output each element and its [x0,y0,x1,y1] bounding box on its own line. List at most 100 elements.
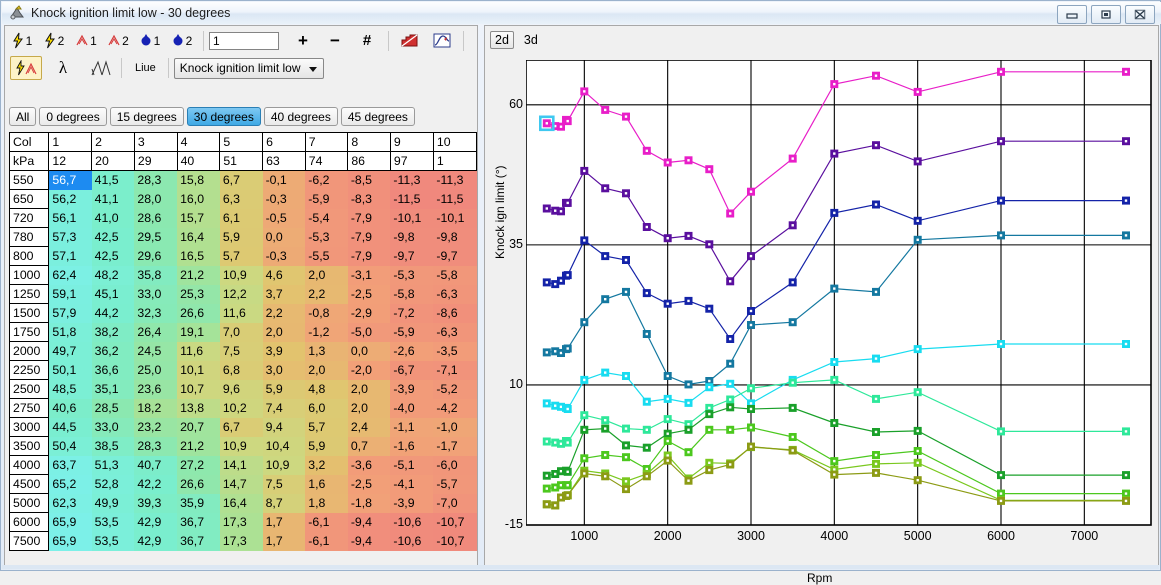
grid-cell-r11-c0[interactable]: 48,5 [48,379,92,399]
grid-row-header-1250[interactable]: 1250 [8,284,50,304]
grid-cell-r10-c1[interactable]: 36,6 [91,360,135,380]
grid-cell-r6-c6[interactable]: 2,2 [305,284,348,304]
grid-cell-r11-c5[interactable]: 5,9 [262,379,306,399]
grid-cell-r9-c2[interactable]: 24,5 [134,341,178,361]
grid-cell-r10-c9[interactable]: -7,1 [433,360,477,380]
grid-cell-r2-c4[interactable]: 6,1 [219,208,263,228]
grid-cell-r19-c1[interactable]: 53,5 [91,531,135,551]
grid-cell-r18-c8[interactable]: -10,6 [390,512,434,532]
degree-tab-40[interactable]: 40 degrees [263,107,338,126]
grid-col-index-5[interactable]: 5 [219,132,264,152]
grid-cell-r18-c2[interactable]: 42,9 [134,512,178,532]
grid-cell-r2-c2[interactable]: 28,6 [134,208,178,228]
table-row[interactable]: 1000 62,4 48,2 35,8 21,2 10,9 4,6 2,0 -3,1 -5,3 -5… [8,265,477,285]
table-row[interactable]: 800 57,1 42,5 29,6 16,5 5,7 -0,3 -5,5 -7,9 -9,7 -9… [8,246,477,266]
grid-cell-r6-c1[interactable]: 45,1 [91,284,135,304]
grid-cell-r0-c5[interactable]: -0,1 [262,170,306,190]
grid-cell-r19-c3[interactable]: 36,7 [177,531,220,551]
bar-chart-icon[interactable] [394,29,426,53]
grid-cell-r12-c3[interactable]: 13,8 [177,398,220,418]
grid-cell-r3-c4[interactable]: 5,9 [219,227,263,247]
injector-1-icon[interactable]: 1 [134,29,166,53]
table-row[interactable]: 2250 50,1 36,6 25,0 10,1 6,8 3,0 2,0 -2,0 -6,7 -7,… [8,360,477,380]
grid-cell-r3-c7[interactable]: -7,9 [347,227,391,247]
grid-cell-r16-c7[interactable]: -2,5 [347,474,391,494]
grid-cell-r13-c3[interactable]: 20,7 [177,417,220,437]
grid-col-kpa-7[interactable]: 74 [304,151,349,171]
grid-cell-r5-c8[interactable]: -5,3 [390,265,434,285]
grid-cell-r13-c7[interactable]: 2,4 [347,417,391,437]
grid-cell-r18-c0[interactable]: 65,9 [48,512,92,532]
grid-cell-r5-c3[interactable]: 21,2 [177,265,220,285]
grid-cell-r7-c9[interactable]: -8,6 [433,303,477,323]
grid-cell-r18-c1[interactable]: 53,5 [91,512,135,532]
grid-cell-r1-c3[interactable]: 16,0 [177,189,220,209]
injector-2-icon[interactable]: 2 [166,29,198,53]
grid-cell-r14-c8[interactable]: -1,6 [390,436,434,456]
grid-cell-r5-c5[interactable]: 4,6 [262,265,306,285]
grid-cell-r0-c7[interactable]: -8,5 [347,170,391,190]
grid-cell-r3-c8[interactable]: -9,8 [390,227,434,247]
grid-cell-r19-c0[interactable]: 65,9 [48,531,92,551]
grid-cell-r14-c7[interactable]: 0,7 [347,436,391,456]
grid-cell-r12-c8[interactable]: -4,0 [390,398,434,418]
grid-cell-r2-c8[interactable]: -10,1 [390,208,434,228]
grid-row-header-2750[interactable]: 2750 [8,398,50,418]
grid-cell-r14-c0[interactable]: 50,4 [48,436,92,456]
grid-cell-r18-c7[interactable]: -9,4 [347,512,391,532]
grid-cell-r1-c1[interactable]: 41,1 [91,189,135,209]
grid-cell-r1-c6[interactable]: -5,9 [305,189,348,209]
grid-cell-r7-c7[interactable]: -2,9 [347,303,391,323]
grid-cell-r3-c6[interactable]: -5,3 [305,227,348,247]
grid-cell-r11-c3[interactable]: 10,7 [177,379,220,399]
degree-tab-45[interactable]: 45 degrees [340,107,415,126]
grid-cell-r4-c8[interactable]: -9,7 [390,246,434,266]
grid-cell-r4-c6[interactable]: -5,5 [305,246,348,266]
grid-col-kpa-8[interactable]: 86 [347,151,391,171]
lambda-icon[interactable]: λ [47,56,79,80]
grid-cell-r5-c9[interactable]: -5,8 [433,265,477,285]
grid-cell-r10-c2[interactable]: 25,0 [134,360,178,380]
grid-cell-r11-c2[interactable]: 23,6 [134,379,178,399]
grid-cell-r7-c6[interactable]: -0,8 [305,303,348,323]
grid-cell-r13-c4[interactable]: 6,7 [219,417,263,437]
grid-col-index-2[interactable]: 2 [91,132,135,152]
grid-cell-r10-c8[interactable]: -6,7 [390,360,434,380]
table-row[interactable]: 1250 59,1 45,1 33,0 25,3 12,2 3,7 2,2 -2,5 -5,8 -6… [8,284,477,304]
grid-cell-r12-c4[interactable]: 10,2 [219,398,263,418]
grid-cell-r12-c1[interactable]: 28,5 [91,398,135,418]
grid-cell-r12-c9[interactable]: -4,2 [433,398,477,418]
decrement-button[interactable]: − [319,29,351,53]
grid-cell-r18-c4[interactable]: 17,3 [219,512,263,532]
grid-row-header-2250[interactable]: 2250 [8,360,50,380]
table-row[interactable]: 7500 65,9 53,5 42,9 36,7 17,3 1,7 -6,1 -9,4 -10,6… [8,531,477,551]
grid-cell-r13-c1[interactable]: 33,0 [91,417,135,437]
knock-ignition-icon[interactable] [10,56,42,80]
grid-cell-r0-c3[interactable]: 15,8 [177,170,220,190]
grid-row-header-800[interactable]: 800 [8,246,50,266]
grid-col-kpa-1[interactable]: 12 [48,151,93,171]
grid-cell-r14-c6[interactable]: 5,9 [305,436,348,456]
grid-cell-r11-c8[interactable]: -3,9 [390,379,434,399]
grid-cell-r16-c2[interactable]: 42,2 [134,474,178,494]
grid-cell-r1-c5[interactable]: -0,3 [262,189,306,209]
grid-cell-r18-c5[interactable]: 1,7 [262,512,306,532]
grid-cell-r18-c6[interactable]: -6,1 [305,512,348,532]
grid-cell-r9-c9[interactable]: -3,5 [433,341,477,361]
grid-cell-r8-c2[interactable]: 26,4 [134,322,178,342]
table-row[interactable]: 3000 44,5 33,0 23,2 20,7 6,7 9,4 5,7 2,4 -1,1 -1,0 [8,417,477,437]
grid-cell-r4-c7[interactable]: -7,9 [347,246,391,266]
grid-cell-r0-c9[interactable]: -11,3 [433,170,477,190]
grid-row-header-550[interactable]: 550 [8,170,50,190]
grid-cell-r0-c6[interactable]: -6,2 [305,170,348,190]
grid-cell-r4-c1[interactable]: 42,5 [91,246,135,266]
curve-chart-icon[interactable] [426,29,458,53]
grid-cell-r0-c0[interactable]: 56,7 [48,170,92,190]
grid-cell-r15-c3[interactable]: 27,2 [177,455,220,475]
grid-cell-r13-c9[interactable]: -1,0 [433,417,477,437]
grid-cell-r10-c7[interactable]: -2,0 [347,360,391,380]
table-row[interactable]: 3500 50,4 38,5 28,3 21,2 10,9 10,4 5,9 0,7 -1,6 -1… [8,436,477,456]
grid-cell-r10-c6[interactable]: 2,0 [305,360,348,380]
grid-cell-r17-c2[interactable]: 39,3 [134,493,178,513]
grid-cell-r12-c7[interactable]: 2,0 [347,398,391,418]
